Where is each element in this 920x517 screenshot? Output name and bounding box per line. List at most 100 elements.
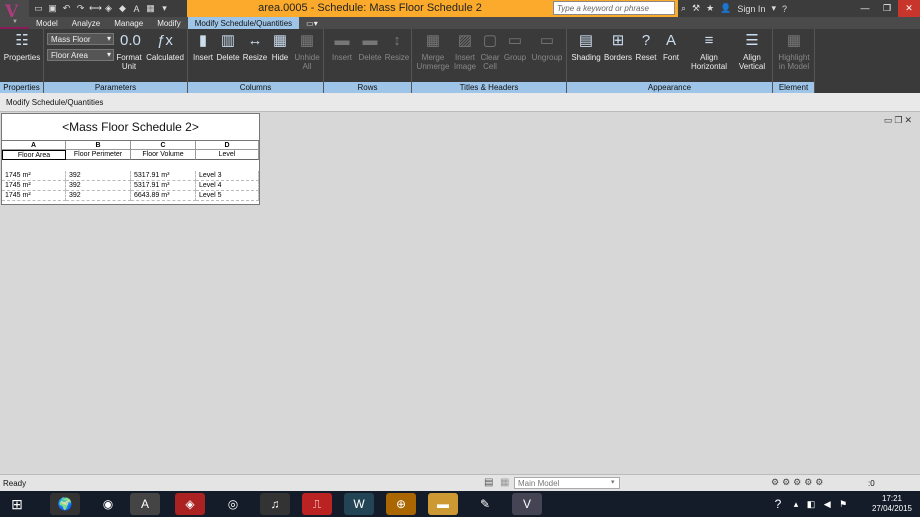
close-view-icon[interactable]: ✕ [904, 115, 914, 125]
customize-icon[interactable]: ▾ [159, 3, 170, 14]
google-earth-icon[interactable]: 🌍 [50, 493, 80, 515]
binoculars-icon[interactable]: ⌕ [681, 3, 686, 14]
section-icon[interactable]: ◆ [117, 3, 128, 14]
tab-modify[interactable]: Modify [150, 17, 188, 29]
undo-icon[interactable]: ↶ [61, 3, 72, 14]
chrome-icon[interactable]: ◉ [93, 493, 123, 515]
table-cell[interactable]: 392 [66, 181, 131, 191]
text-icon[interactable]: A [131, 4, 142, 14]
table-cell[interactable]: Level 3 [196, 171, 259, 181]
align-vertical-button[interactable]: ☰ Align Vertical [733, 31, 771, 71]
spotify-icon[interactable]: ◎ [218, 493, 248, 515]
design-options-icon[interactable]: ▦ [500, 477, 509, 488]
ungroup-button[interactable]: ▭ Ungroup [529, 31, 565, 62]
schedule-title[interactable]: <Mass Floor Schedule 2> [2, 114, 259, 141]
word-icon[interactable]: W [344, 493, 374, 515]
column-letter[interactable]: C [131, 141, 196, 150]
restore-icon[interactable]: ❐ [876, 0, 898, 17]
selection-filter-icons[interactable]: ⚙⚙⚙⚙⚙ [771, 477, 826, 488]
paint-icon[interactable]: ✎ [470, 493, 500, 515]
search-input[interactable]: Type a keyword or phrase [553, 1, 675, 15]
windows-start-icon[interactable]: ⊞ [4, 493, 30, 515]
save-icon[interactable]: ▣ [47, 3, 58, 14]
delete-column-button[interactable]: ▥ Delete [216, 31, 240, 62]
help-tray-icon[interactable]: ? [767, 493, 789, 515]
help-icon[interactable]: ? [782, 4, 787, 14]
table-cell[interactable]: 1745 m² [2, 191, 66, 201]
merge-unmerge-button[interactable]: ▦ Merge Unmerge [415, 31, 451, 71]
clear-cell-button[interactable]: ▢ Clear Cell [479, 31, 501, 71]
highlight-in-model-button[interactable]: ▦ Highlight in Model [775, 31, 813, 71]
header-cell[interactable]: Floor Area [2, 150, 66, 160]
3d-view-icon[interactable]: ◈ [103, 3, 114, 14]
restore-view-icon[interactable]: ❐ [894, 115, 904, 125]
insert-column-button[interactable]: ▮ Insert [191, 31, 215, 62]
subscription-icon[interactable]: ⚒ [692, 3, 700, 14]
reset-button[interactable]: ? Reset [634, 31, 658, 62]
parameter-dropdown[interactable]: Floor Area [47, 49, 114, 61]
file-explorer-icon[interactable]: ▬ [428, 493, 458, 515]
properties-button[interactable]: ☷ Properties [2, 31, 42, 62]
tab-manage[interactable]: Manage [107, 17, 150, 29]
resize-column-button[interactable]: ↔ Resize [242, 31, 268, 62]
redo-icon[interactable]: ↷ [75, 3, 86, 14]
insert-image-button[interactable]: ▨ Insert Image [452, 31, 478, 71]
category-dropdown[interactable]: Mass Floor [47, 33, 114, 45]
table-row: 1745 m² 392 5317.91 m³ Level 4 [2, 181, 259, 191]
table-cell[interactable]: 392 [66, 191, 131, 201]
itunes-icon[interactable]: ♫ [260, 493, 290, 515]
calculated-button[interactable]: ƒx Calculated [144, 31, 186, 62]
favorites-icon[interactable]: ★ [706, 3, 714, 14]
open-icon[interactable]: ▭ [33, 3, 44, 14]
shading-button[interactable]: ▤ Shading [569, 31, 603, 62]
table-cell[interactable]: 6643.89 m³ [131, 191, 196, 201]
chevron-down-icon[interactable]: ▾ [771, 3, 776, 14]
browser-globe-icon[interactable]: ⊕ [386, 493, 416, 515]
column-letter[interactable]: B [66, 141, 131, 150]
ribbon-minimize-toggle[interactable]: ▭▾ [299, 17, 325, 29]
user-icon[interactable]: 👤 [720, 3, 731, 14]
table-cell[interactable]: Level 4 [196, 181, 259, 191]
measure-icon[interactable]: ⟷ [89, 3, 102, 14]
table-cell[interactable]: 5317.91 m³ [131, 171, 196, 181]
tray-icons[interactable]: ▴ ◧ ◀ ⚑ [792, 493, 852, 515]
minimize-view-icon[interactable]: ▭ [884, 115, 895, 125]
format-unit-button[interactable]: 0.0 Format Unit [114, 31, 144, 71]
unhide-all-button[interactable]: ▦ Unhide All [292, 31, 322, 71]
header-cell[interactable]: Level [196, 150, 259, 160]
font-button[interactable]: A Font [659, 31, 683, 62]
hide-column-button[interactable]: ▦ Hide [269, 31, 291, 62]
table-cell[interactable]: 1745 m² [2, 181, 66, 191]
quick-access-toolbar: ▭ ▣ ↶ ↷ ⟷ ◈ ◆ A ▦ ▾ [29, 0, 187, 17]
group-button[interactable]: ▭ Group [502, 31, 528, 62]
table-cell[interactable]: Level 5 [196, 191, 259, 201]
worksets-icon[interactable]: ▤ [484, 477, 493, 488]
column-letter[interactable]: D [196, 141, 259, 150]
table-cell[interactable]: 1745 m² [2, 171, 66, 181]
align-horizontal-button[interactable]: ≡ Align Horizontal [687, 31, 731, 71]
switch-windows-icon[interactable]: ▦ [145, 3, 156, 14]
table-cell[interactable]: 392 [66, 171, 131, 181]
table-cell[interactable]: 5317.91 m³ [131, 181, 196, 191]
delete-row-button[interactable]: ▬ Delete [357, 31, 383, 62]
acrobat-icon[interactable]: ⎍ [302, 493, 332, 515]
clock[interactable]: 17:21 27/04/2015 [872, 494, 912, 514]
minimize-icon[interactable]: — [854, 0, 876, 17]
model-selector[interactable]: Main Model [514, 477, 620, 489]
tab-model[interactable]: Model [29, 17, 65, 29]
header-cell[interactable]: Floor Volume [131, 150, 196, 160]
insert-row-button[interactable]: ▬ Insert [328, 31, 356, 62]
tab-modify-schedule[interactable]: Modify Schedule/Quantities [187, 17, 300, 29]
chevron-down-icon: ▾ [611, 479, 615, 486]
column-letter[interactable]: A [2, 141, 66, 150]
resize-row-button[interactable]: ↕ Resize [384, 31, 410, 62]
sign-in-link[interactable]: Sign In [737, 4, 765, 14]
autocad-icon[interactable]: A [130, 493, 160, 515]
close-icon[interactable]: ✕ [898, 0, 920, 17]
revit-taskbar-icon[interactable]: V [512, 493, 542, 515]
sketchup-icon[interactable]: ◈ [175, 493, 205, 515]
application-menu-button[interactable]: V ▼ [0, 0, 29, 29]
tab-analyze[interactable]: Analyze [65, 17, 107, 29]
header-cell[interactable]: Floor Perimeter [66, 150, 131, 160]
borders-button[interactable]: ⊞ Borders [603, 31, 633, 62]
